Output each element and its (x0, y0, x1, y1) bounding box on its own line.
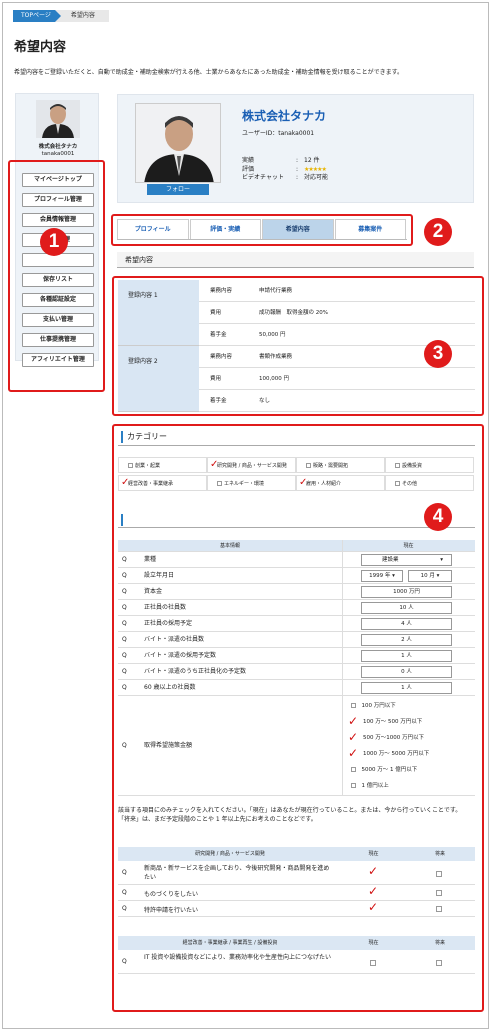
page-title: 希望内容 (14, 40, 67, 55)
stat-value: 対応可能 (304, 174, 329, 181)
stat-value: 12 件 (304, 157, 320, 164)
highlight-box-1 (8, 160, 105, 392)
avatar (36, 100, 80, 138)
section-wish-heading: 希望内容 (117, 252, 474, 268)
profile-photo (135, 103, 221, 183)
badge-4: 4 (424, 503, 452, 531)
page-intro: 希望内容をご登録いただくと、自動で助成金・補助金検索が行える他、士業からあなたに… (14, 69, 403, 76)
badge-1: 1 (40, 228, 68, 256)
badge-3: 3 (424, 340, 452, 368)
stat-label: 評価 (242, 165, 255, 173)
breadcrumb: TOPページ 希望内容 (13, 10, 109, 22)
rating-stars: ★★★★★ (304, 165, 327, 173)
sidebar-user: tanaka0001 (41, 151, 75, 157)
follow-button[interactable]: フォロー (147, 184, 209, 195)
sidebar-company: 株式会社タナカ (38, 144, 78, 150)
breadcrumb-home[interactable]: TOPページ (13, 10, 61, 22)
badge-2: 2 (424, 218, 452, 246)
profile-card: フォロー 株式会社タナカ ユーザーID：tanaka0001 実績:12 件 評… (117, 94, 474, 203)
profile-stats: 実績:12 件 評価: ★★★★★ ビデオチャット: 対応可能 (242, 157, 329, 181)
highlight-box-2 (111, 214, 413, 246)
profile-company[interactable]: 株式会社タナカ (242, 107, 326, 124)
stat-label: 実績 (242, 157, 255, 164)
stat-label: ビデオチャット (242, 174, 284, 181)
profile-user-id: ユーザーID：tanaka0001 (242, 130, 315, 137)
breadcrumb-current: 希望内容 (54, 10, 109, 22)
